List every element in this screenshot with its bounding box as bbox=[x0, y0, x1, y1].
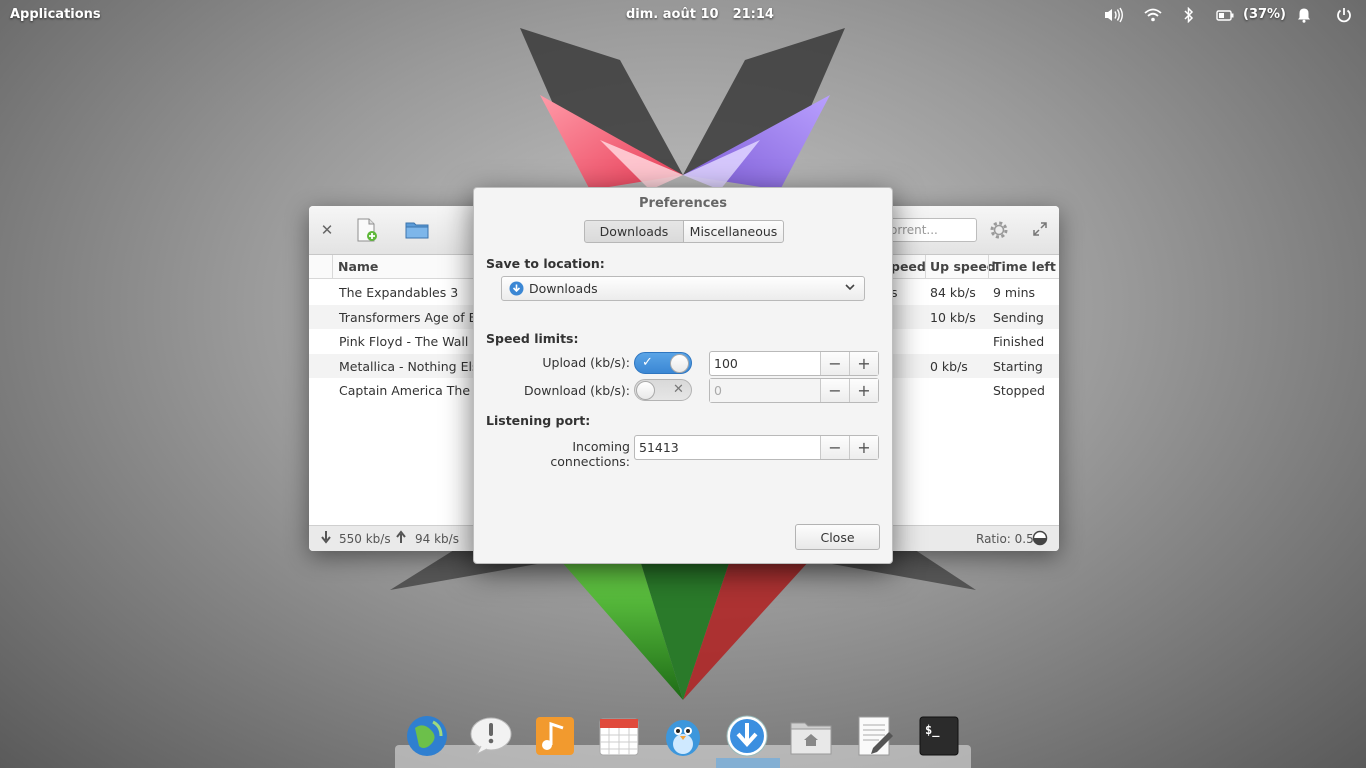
port-spinbutton[interactable]: 51413 − + bbox=[634, 435, 879, 460]
torrent-name: Captain America The Wi bbox=[339, 383, 490, 398]
x-icon: ✕ bbox=[673, 382, 684, 397]
toggle-knob bbox=[670, 354, 689, 373]
torrent-up-speed: 0 kb/s bbox=[930, 358, 968, 374]
panel-clock[interactable]: dim. août 10 21:14 bbox=[626, 7, 788, 22]
battery-percentage: (37%) bbox=[1243, 7, 1286, 22]
window-close-icon[interactable]: ✕ bbox=[319, 220, 335, 240]
add-torrent-icon[interactable] bbox=[355, 217, 379, 243]
music-icon[interactable] bbox=[533, 714, 577, 758]
torrent-name: Metallica - Nothing Else bbox=[339, 358, 487, 374]
torrent-time-left: Finished bbox=[993, 334, 1045, 349]
upload-increment-button[interactable]: + bbox=[849, 352, 878, 375]
torrent-name: Pink Floyd - The Wall - (3 bbox=[339, 334, 494, 349]
download-folder-icon bbox=[509, 281, 524, 299]
torrent-up-speed: 84 kb/s bbox=[930, 285, 976, 300]
browser-icon[interactable] bbox=[405, 714, 449, 758]
wifi-icon[interactable] bbox=[1143, 6, 1163, 24]
messaging-icon[interactable] bbox=[469, 714, 513, 758]
notifications-icon[interactable] bbox=[1294, 6, 1314, 24]
port-value-field[interactable]: 51413 bbox=[635, 436, 820, 459]
download-limit-toggle[interactable]: ✕ bbox=[634, 379, 692, 401]
download-decrement-button[interactable]: − bbox=[820, 379, 849, 402]
panel-time: 21:14 bbox=[732, 7, 774, 22]
column-up-speed[interactable]: Up speed bbox=[930, 259, 996, 274]
column-time-left[interactable]: Time left bbox=[993, 259, 1056, 274]
tab-miscellaneous[interactable]: Miscellaneous bbox=[683, 220, 784, 243]
save-location-heading: Save to location: bbox=[486, 256, 605, 271]
upload-decrement-button[interactable]: − bbox=[820, 352, 849, 375]
twitter-bird-icon[interactable] bbox=[661, 714, 705, 758]
top-panel: Applications dim. août 10 21:14 (37%) bbox=[0, 0, 1366, 30]
panel-date: dim. août 10 bbox=[626, 7, 719, 22]
column-name[interactable]: Name bbox=[338, 259, 378, 274]
torrent-time-left: 9 mins bbox=[993, 285, 1036, 300]
upload-arrow-icon bbox=[395, 530, 407, 547]
torrent-time-left: Stopped bbox=[993, 383, 1045, 398]
battery-icon[interactable] bbox=[1215, 6, 1235, 24]
preferences-dialog: Preferences Downloads Miscellaneous Save… bbox=[473, 187, 893, 564]
bluetooth-icon[interactable] bbox=[1179, 6, 1199, 24]
applications-menu[interactable]: Applications bbox=[10, 7, 101, 22]
torrent-time-left: Starting bbox=[993, 358, 1043, 374]
chevron-down-icon bbox=[844, 281, 856, 296]
torrent-time-left: Sending bbox=[993, 309, 1044, 325]
power-icon[interactable] bbox=[1334, 6, 1354, 24]
torrent-download-icon[interactable] bbox=[725, 714, 769, 758]
status-download-rate: 550 kb/s bbox=[339, 532, 391, 546]
check-icon: ✓ bbox=[642, 355, 653, 370]
listening-port-heading: Listening port: bbox=[486, 413, 591, 428]
torrent-up-speed: 10 kb/s bbox=[930, 309, 976, 325]
text-editor-icon[interactable] bbox=[853, 714, 897, 758]
upload-limit-toggle[interactable]: ✓ bbox=[634, 352, 692, 374]
open-folder-icon[interactable] bbox=[405, 219, 429, 241]
download-spinbutton[interactable]: 0 − + bbox=[709, 378, 879, 403]
upload-value-field[interactable]: 100 bbox=[710, 352, 820, 375]
download-arrow-icon bbox=[320, 530, 332, 547]
save-location-select[interactable]: Downloads bbox=[501, 276, 865, 301]
port-decrement-button[interactable]: − bbox=[820, 436, 849, 459]
settings-gear-icon[interactable] bbox=[987, 218, 1011, 242]
calendar-icon[interactable] bbox=[597, 714, 641, 758]
port-increment-button[interactable]: + bbox=[849, 436, 878, 459]
upload-spinbutton[interactable]: 100 − + bbox=[709, 351, 879, 376]
download-value-field[interactable]: 0 bbox=[710, 379, 820, 402]
status-ratio: Ratio: 0.5 bbox=[976, 532, 1034, 546]
torrent-name: Transformers Age of Ext bbox=[339, 309, 489, 325]
speed-limits-heading: Speed limits: bbox=[486, 331, 579, 346]
terminal-icon[interactable]: $_ bbox=[917, 714, 961, 758]
maximize-icon[interactable] bbox=[1031, 220, 1049, 238]
download-increment-button[interactable]: + bbox=[849, 379, 878, 402]
download-label: Download (kb/s): bbox=[524, 383, 630, 398]
status-upload-rate: 94 kb/s bbox=[415, 532, 459, 546]
terminal-prompt: $_ bbox=[925, 723, 940, 738]
close-button[interactable]: Close bbox=[795, 524, 880, 550]
upload-label: Upload (kb/s): bbox=[542, 355, 630, 370]
save-location-value: Downloads bbox=[529, 281, 598, 296]
toggle-knob bbox=[636, 381, 655, 400]
incoming-connections-label: Incoming connections: bbox=[550, 439, 630, 469]
ratio-pie-icon bbox=[1032, 530, 1048, 549]
tab-downloads[interactable]: Downloads bbox=[584, 220, 684, 243]
column-down-speed[interactable]: peed bbox=[891, 259, 926, 274]
running-indicator bbox=[716, 758, 780, 768]
volume-icon[interactable] bbox=[1103, 6, 1123, 24]
files-home-icon[interactable] bbox=[789, 714, 833, 758]
dialog-title: Preferences bbox=[639, 196, 727, 211]
torrent-name: The Expandables 3 bbox=[339, 285, 459, 300]
